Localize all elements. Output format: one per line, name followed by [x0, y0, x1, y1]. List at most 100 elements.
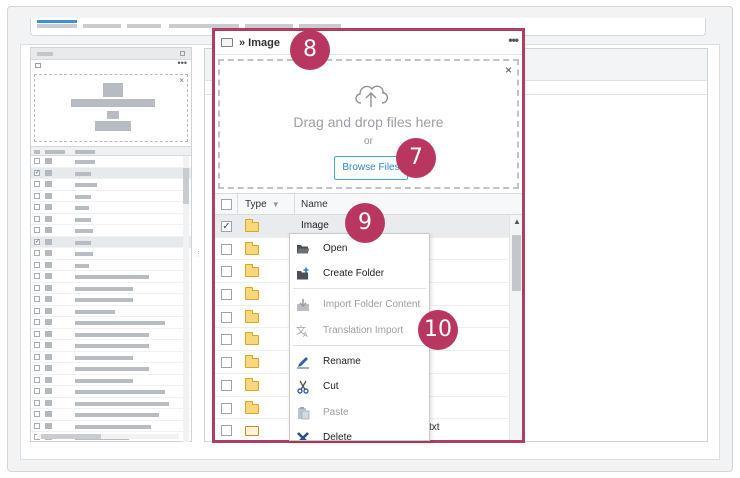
row-checkbox[interactable]: ✓ — [221, 221, 232, 232]
more-horizontal-icon[interactable]: ••• — [508, 33, 519, 47]
row-checkbox[interactable] — [221, 289, 232, 301]
menu-item-paste[interactable]: Paste — [290, 401, 429, 425]
menu-item-import-folder-content[interactable]: Import Folder Content — [290, 293, 429, 317]
browser-titlebar: » Image ••• — [215, 31, 522, 55]
tree-row[interactable] — [31, 421, 191, 432]
row-checkbox[interactable] — [34, 284, 40, 291]
file-scrollbar[interactable]: ▲ — [509, 215, 522, 440]
tree-row[interactable] — [31, 317, 191, 329]
svg-text:A: A — [303, 331, 308, 338]
row-checkbox[interactable] — [221, 357, 232, 369]
row-checkbox[interactable] — [34, 399, 40, 406]
node-label-placeholder — [75, 206, 89, 210]
row-checkbox[interactable] — [34, 342, 40, 348]
close-icon[interactable]: × — [179, 76, 184, 85]
splitter-handle[interactable]: ⋮ — [195, 250, 202, 258]
node-label-placeholder — [75, 229, 93, 233]
menu-item-rename[interactable]: Rename — [290, 350, 429, 374]
tree-row[interactable] — [31, 214, 191, 225]
tree-row[interactable] — [31, 329, 191, 340]
column-header-type[interactable]: Type ▼ — [237, 194, 295, 215]
tree-row[interactable] — [31, 306, 191, 317]
row-checkbox[interactable]: ✓ — [34, 238, 40, 245]
tree-row[interactable] — [31, 409, 191, 421]
tree-row[interactable] — [31, 283, 191, 294]
scroll-up-icon[interactable]: ▲ — [513, 217, 521, 226]
file-dropzone[interactable]: × Drag and drop files here or Browse Fil… — [218, 59, 519, 189]
tree-row[interactable] — [31, 191, 191, 202]
tree-row[interactable] — [31, 352, 191, 363]
row-checkbox[interactable] — [221, 334, 232, 346]
tab-1[interactable] — [37, 24, 77, 28]
tree-row[interactable] — [31, 271, 191, 283]
node-label-placeholder — [75, 263, 89, 268]
menu-item-delete[interactable]: Delete — [290, 426, 429, 441]
tree-rows: ✓ ✓ — [31, 156, 191, 440]
row-checkbox[interactable] — [34, 181, 40, 187]
sort-arrow-icon[interactable]: ▼ — [272, 200, 280, 209]
tree-row[interactable] — [31, 248, 191, 260]
row-checkbox[interactable] — [34, 388, 40, 394]
tree-hscrollbar[interactable] — [37, 434, 179, 439]
folder-icon — [245, 219, 259, 232]
scroll-thumb[interactable] — [41, 434, 101, 439]
close-icon[interactable]: × — [505, 63, 512, 77]
row-checkbox[interactable] — [34, 204, 40, 210]
scroll-thumb[interactable] — [183, 168, 189, 204]
row-checkbox[interactable] — [34, 192, 40, 199]
select-all-checkbox[interactable] — [221, 199, 232, 210]
row-checkbox[interactable] — [221, 266, 232, 278]
row-checkbox[interactable] — [34, 261, 40, 268]
row-checkbox[interactable] — [34, 273, 40, 279]
row-checkbox[interactable] — [221, 425, 232, 437]
tree-row[interactable] — [31, 260, 191, 271]
row-checkbox[interactable] — [34, 422, 40, 429]
tree-toolbar-icon[interactable] — [35, 63, 41, 68]
row-checkbox[interactable] — [34, 215, 40, 222]
tab-active[interactable] — [37, 20, 77, 23]
row-checkbox[interactable]: ✓ — [34, 169, 40, 176]
menu-item-label: Delete — [323, 432, 352, 441]
tree-row[interactable] — [31, 225, 191, 237]
tree-row[interactable] — [31, 340, 191, 352]
tree-row[interactable] — [31, 294, 191, 306]
tree-row[interactable]: ✓ — [31, 236, 191, 248]
row-checkbox[interactable] — [34, 250, 40, 256]
tree-row[interactable] — [31, 398, 191, 409]
node-label-placeholder — [75, 217, 91, 222]
row-checkbox[interactable] — [34, 227, 40, 233]
row-checkbox[interactable] — [221, 379, 232, 391]
tab-2[interactable] — [83, 24, 121, 28]
menu-item-cut[interactable]: Cut — [290, 375, 429, 399]
row-checkbox[interactable] — [221, 311, 232, 323]
row-checkbox[interactable] — [34, 376, 40, 383]
tree-scrollbar[interactable] — [183, 156, 189, 442]
tree-row[interactable] — [31, 156, 191, 168]
scroll-thumb[interactable] — [512, 235, 521, 291]
row-checkbox[interactable] — [34, 353, 40, 360]
node-label-placeholder — [75, 355, 133, 360]
row-checkbox[interactable] — [34, 365, 40, 371]
tree-window-icon[interactable] — [180, 51, 185, 56]
tree-row[interactable] — [31, 363, 191, 375]
row-checkbox[interactable] — [34, 319, 40, 325]
row-checkbox[interactable] — [221, 402, 232, 414]
tree-row[interactable]: ✓ — [31, 167, 191, 179]
tree-row[interactable] — [31, 375, 191, 386]
tree-more-icon[interactable]: ••• — [178, 58, 187, 68]
row-checkbox[interactable] — [34, 307, 40, 314]
menu-item-create-folder[interactable]: Create Folder — [290, 262, 429, 286]
folder-icon — [221, 38, 233, 47]
menu-item-translation-import[interactable]: 文 A Translation Import — [290, 319, 429, 343]
tree-row[interactable] — [31, 386, 191, 398]
row-checkbox[interactable] — [34, 296, 40, 302]
tab-3[interactable] — [127, 24, 161, 28]
row-checkbox[interactable] — [221, 243, 232, 255]
row-checkbox[interactable] — [34, 330, 40, 337]
tree-row[interactable] — [31, 202, 191, 214]
tree-row[interactable] — [31, 179, 191, 191]
column-header-name[interactable]: Name — [301, 194, 328, 215]
row-checkbox[interactable] — [34, 158, 40, 164]
breadcrumb-path[interactable]: » Image — [239, 37, 280, 49]
row-checkbox[interactable] — [34, 411, 40, 417]
